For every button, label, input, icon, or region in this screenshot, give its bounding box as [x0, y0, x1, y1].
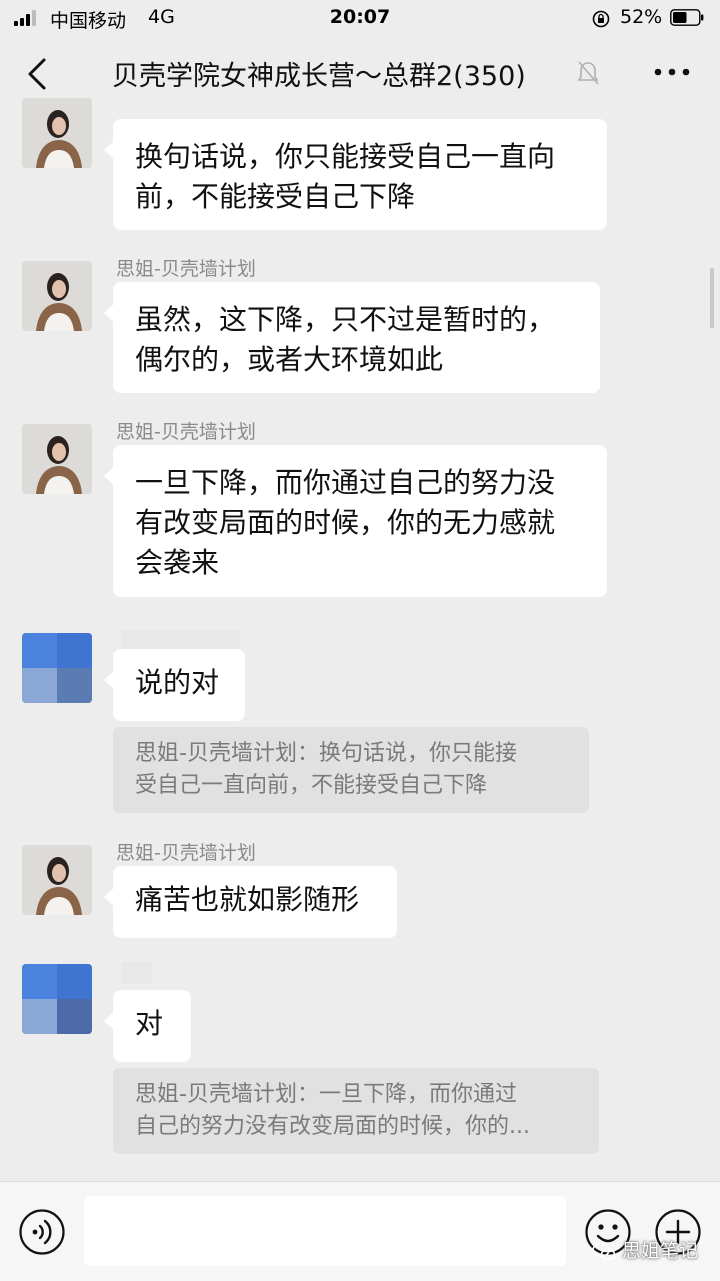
- voice-input-icon[interactable]: [18, 1208, 66, 1256]
- avatar[interactable]: [22, 261, 92, 331]
- message-line: 偶尔的，或者大环境如此: [135, 343, 444, 376]
- sender-name: 思姐-贝壳墙计划: [116, 421, 256, 443]
- avatar-mosaic-icon: [22, 964, 92, 1034]
- redacted-sender-name: [122, 962, 152, 984]
- message-line: 一旦下降，而你通过自己的努力没: [135, 466, 556, 499]
- message-bubble[interactable]: 虽然，这下降，只不过是暂时的， 偶尔的，或者大环境如此: [104, 282, 600, 393]
- back-arrow-icon[interactable]: [24, 56, 52, 92]
- avatar-photo-icon: [22, 261, 92, 331]
- avatar[interactable]: [22, 98, 92, 168]
- status-bar: 中国移动 4G 20:07 52%: [0, 0, 720, 36]
- clock: 20:07: [329, 6, 391, 28]
- avatar-mosaic-icon: [22, 633, 92, 703]
- quote-line: 思姐-贝壳墙计划：换句话说，你只能接: [135, 741, 517, 766]
- avatar-photo-icon: [22, 424, 92, 494]
- message-input[interactable]: [84, 1196, 566, 1266]
- message-bubble[interactable]: 对: [104, 990, 191, 1062]
- avatar[interactable]: [22, 964, 92, 1034]
- quote-line: 思姐-贝壳墙计划：一旦下降，而你通过: [135, 1082, 517, 1107]
- chat-title: 贝壳学院女神成长营～总群2(350): [112, 61, 526, 92]
- avatar[interactable]: [22, 633, 92, 703]
- message-line: 痛苦也就如影随形: [135, 883, 360, 916]
- avatar-photo-icon: [22, 845, 92, 915]
- quote-line: 受自己一直向前，不能接受自己下降: [135, 773, 488, 798]
- input-toolbar: [0, 1181, 720, 1281]
- scrollbar[interactable]: [710, 268, 714, 328]
- rotation-lock-icon: [592, 10, 610, 28]
- message-line: 前，不能接受自己下降: [135, 180, 416, 213]
- quoted-message[interactable]: 思姐-贝壳墙计划：换句话说，你只能接 受自己一直向前，不能接受自己下降: [113, 727, 589, 813]
- watermark-text: 思姐笔记: [622, 1240, 699, 1262]
- message-line: 换句话说，你只能接受自己一直向: [135, 140, 556, 173]
- battery-icon: [670, 9, 704, 26]
- message-line: 说的对: [135, 666, 220, 699]
- sender-name: 思姐-贝壳墙计划: [116, 842, 256, 864]
- wechat-logo-icon: [592, 1242, 616, 1260]
- quote-line: 自己的努力没有改变局面的时候，你的...: [135, 1114, 530, 1139]
- message-bubble[interactable]: 一旦下降，而你通过自己的努力没 有改变局面的时候，你的无力感就 会袭来: [104, 445, 607, 597]
- message-bubble[interactable]: 换句话说，你只能接受自己一直向 前，不能接受自己下降: [104, 119, 607, 230]
- sender-name: 思姐-贝壳墙计划: [116, 258, 256, 280]
- avatar[interactable]: [22, 845, 92, 915]
- message-bubble[interactable]: 说的对: [104, 649, 245, 721]
- message-line: 虽然，这下降，只不过是暂时的，: [135, 303, 556, 336]
- avatar[interactable]: [22, 424, 92, 494]
- battery-percent: 52%: [620, 6, 663, 28]
- avatar-photo-icon: [22, 98, 92, 168]
- message-line: 有改变局面的时候，你的无力感就: [135, 506, 556, 539]
- more-options-icon[interactable]: [652, 64, 692, 80]
- quoted-message[interactable]: 思姐-贝壳墙计划：一旦下降，而你通过 自己的努力没有改变局面的时候，你的...: [113, 1068, 599, 1154]
- message-line: 对: [135, 1007, 164, 1040]
- chat-header: 贝壳学院女神成长营～总群2(350): [0, 38, 720, 110]
- mute-bell-icon: [577, 61, 599, 85]
- message-bubble[interactable]: 痛苦也就如影随形: [104, 866, 397, 938]
- message-line: 会袭来: [135, 546, 220, 579]
- watermark: 思姐笔记: [592, 1236, 698, 1263]
